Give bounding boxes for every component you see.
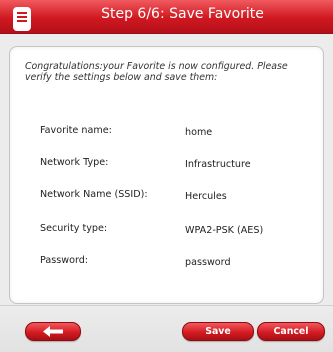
- arrow-left-icon: [43, 326, 63, 337]
- field-row-password: Password: password: [40, 255, 310, 269]
- save-button[interactable]: Save: [182, 322, 254, 341]
- field-row-favorite-name: Favorite name: home: [40, 125, 310, 139]
- field-label: Favorite name:: [40, 125, 112, 136]
- field-label: Network Name (SSID):: [40, 189, 148, 200]
- field-row-network-type: Network Type: Infrastructure: [40, 157, 310, 171]
- app-logo-icon: [13, 7, 31, 31]
- field-row-ssid: Network Name (SSID): Hercules: [40, 189, 310, 203]
- field-label: Password:: [40, 255, 89, 266]
- wizard-window: Step 6/6: Save Favorite Congratulations:…: [0, 0, 333, 352]
- field-label: Security type:: [40, 223, 108, 234]
- field-value: home: [185, 127, 213, 138]
- field-value: Hercules: [185, 191, 227, 202]
- back-button[interactable]: [25, 322, 81, 341]
- intro-text: Congratulations:your Favorite is now con…: [25, 61, 288, 83]
- field-label: Network Type:: [40, 157, 109, 168]
- field-value: Infrastructure: [185, 159, 251, 170]
- window-title: Step 6/6: Save Favorite: [101, 6, 264, 22]
- summary-panel: Congratulations:your Favorite is now con…: [9, 46, 324, 304]
- field-value: WPA2-PSK (AES): [185, 225, 264, 236]
- title-bar: Step 6/6: Save Favorite: [0, 0, 333, 34]
- field-value: password: [185, 257, 231, 268]
- cancel-button[interactable]: Cancel: [257, 322, 325, 341]
- field-row-security-type: Security type: WPA2-PSK (AES): [40, 223, 310, 237]
